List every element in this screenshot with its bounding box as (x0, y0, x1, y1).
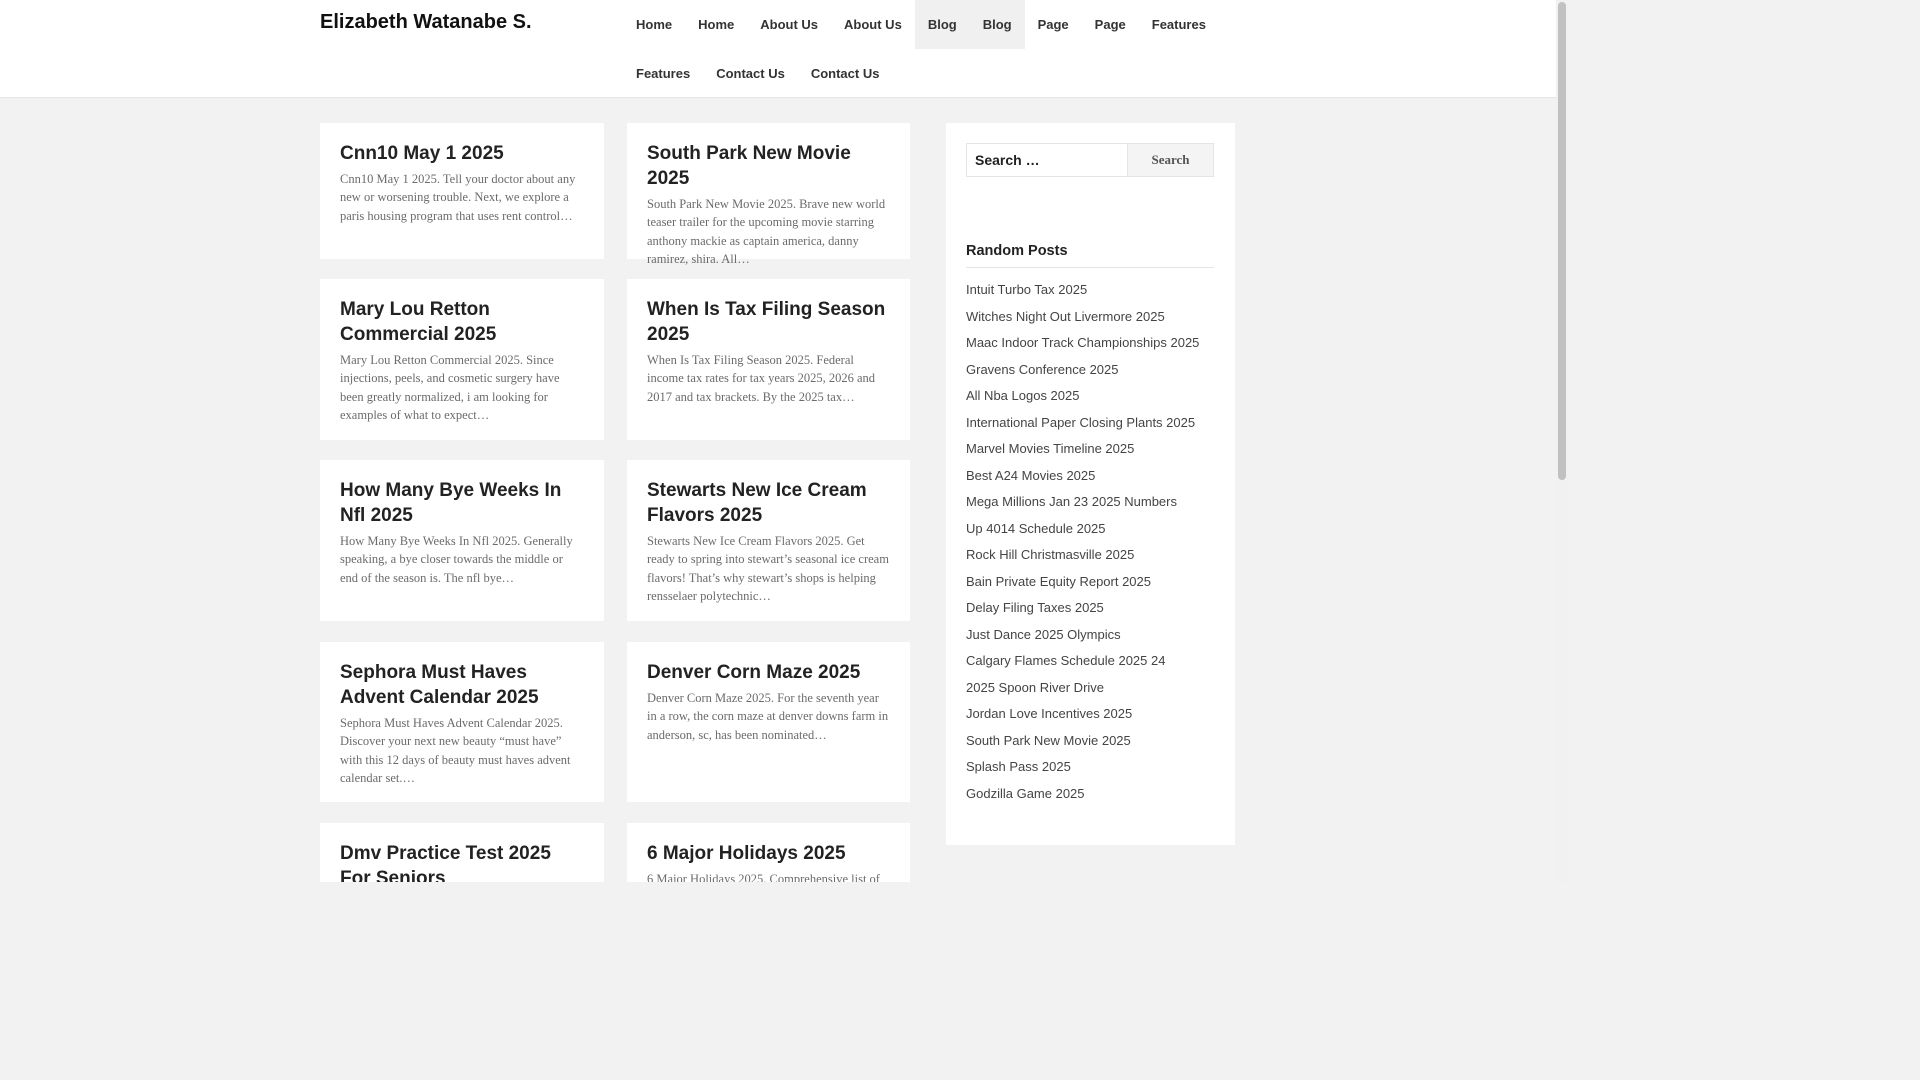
post-card: How Many Bye Weeks In Nfl 2025 How Many … (320, 460, 604, 621)
post-excerpt: South Park New Movie 2025. Brave new wor… (647, 197, 886, 266)
random-post-link[interactable]: Bain Private Equity Report 2025 (966, 571, 1199, 598)
post-card: 6 Major Holidays 2025 6 Major Holidays 2… (627, 823, 910, 882)
post-card: Dmv Practice Test 2025 For Seniors (320, 823, 604, 882)
post-card: Mary Lou Retton Commercial 2025 Mary Lou… (320, 279, 604, 440)
post-title[interactable]: Denver Corn Maze 2025 (647, 660, 890, 685)
post-excerpt: Denver Corn Maze 2025. For the seventh y… (647, 691, 889, 742)
post-card: Cnn10 May 1 2025 Cnn10 May 1 2025. Tell … (320, 123, 604, 259)
main-nav: Home Home About Us About Us Blog Blog Pa… (623, 0, 1206, 98)
search-input[interactable] (966, 143, 1128, 177)
post-excerpt: Cnn10 May 1 2025. Tell your doctor about… (340, 172, 576, 223)
nav-item-blog[interactable]: Blog (914, 0, 970, 49)
nav-item-page[interactable]: Page (1025, 0, 1082, 49)
random-posts-list: Intuit Turbo Tax 2025 Witches Night Out … (966, 279, 1199, 809)
nav-item-home[interactable]: Home (623, 0, 685, 49)
post-excerpt: Stewarts New Ice Cream Flavors 2025. Get… (647, 534, 889, 603)
post-title[interactable]: South Park New Movie 2025 (647, 141, 890, 191)
post-title[interactable]: Sephora Must Haves Advent Calendar 2025 (340, 660, 584, 710)
nav-item-contact-us[interactable]: Contact Us (798, 49, 893, 98)
random-post-link[interactable]: South Park New Movie 2025 (966, 730, 1199, 757)
post-excerpt: Sephora Must Haves Advent Calendar 2025.… (340, 716, 571, 785)
random-post-link[interactable]: Mega Millions Jan 23 2025 Numbers (966, 491, 1199, 518)
nav-item-blog[interactable]: Blog (969, 0, 1025, 49)
search-button[interactable]: Search (1127, 143, 1214, 177)
nav-row-1: Home Home About Us About Us Blog Blog Pa… (623, 0, 1206, 49)
random-post-link[interactable]: Witches Night Out Livermore 2025 (966, 306, 1199, 333)
random-post-link[interactable]: Best A24 Movies 2025 (966, 465, 1199, 492)
random-post-link[interactable]: Up 4014 Schedule 2025 (966, 518, 1199, 545)
random-post-link[interactable]: Marvel Movies Timeline 2025 (966, 438, 1199, 465)
random-post-link[interactable]: Jordan Love Incentives 2025 (966, 703, 1199, 730)
post-card: When Is Tax Filing Season 2025 When Is T… (627, 279, 910, 440)
random-post-link[interactable]: Calgary Flames Schedule 2025 24 (966, 650, 1199, 677)
post-title[interactable]: Stewarts New Ice Cream Flavors 2025 (647, 478, 890, 528)
post-title[interactable]: When Is Tax Filing Season 2025 (647, 297, 890, 347)
random-post-link[interactable]: Rock Hill Christmasville 2025 (966, 544, 1199, 571)
random-post-link[interactable]: International Paper Closing Plants 2025 (966, 412, 1199, 439)
post-excerpt: Mary Lou Retton Commercial 2025. Since i… (340, 353, 560, 422)
random-post-link[interactable]: Just Dance 2025 Olympics (966, 624, 1199, 651)
random-post-link[interactable]: Intuit Turbo Tax 2025 (966, 279, 1199, 306)
nav-item-contact-us[interactable]: Contact Us (703, 49, 798, 98)
random-post-link[interactable]: Delay Filing Taxes 2025 (966, 597, 1199, 624)
post-title[interactable]: 6 Major Holidays 2025 (647, 841, 890, 866)
post-card: South Park New Movie 2025 South Park New… (627, 123, 910, 266)
post-title[interactable]: Mary Lou Retton Commercial 2025 (340, 297, 584, 347)
random-post-link[interactable]: Maac Indoor Track Championships 2025 (966, 332, 1199, 359)
post-title[interactable]: Dmv Practice Test 2025 For Seniors (340, 841, 584, 882)
scrollbar-thumb[interactable] (1558, 2, 1566, 480)
random-post-link[interactable]: Godzilla Game 2025 (966, 783, 1199, 810)
nav-item-about-us[interactable]: About Us (747, 0, 831, 49)
post-card: Sephora Must Haves Advent Calendar 2025 … (320, 642, 604, 802)
post-title[interactable]: How Many Bye Weeks In Nfl 2025 (340, 478, 584, 528)
post-card: Stewarts New Ice Cream Flavors 2025 Stew… (627, 460, 910, 621)
post-title[interactable]: Cnn10 May 1 2025 (340, 141, 584, 166)
site-title[interactable]: Elizabeth Watanabe S. (320, 11, 532, 34)
random-post-link[interactable]: 2025 Spoon River Drive (966, 677, 1199, 704)
nav-row-2: Features Contact Us Contact Us (623, 49, 1203, 98)
nav-item-page[interactable]: Page (1082, 0, 1139, 49)
random-post-link[interactable]: All Nba Logos 2025 (966, 385, 1199, 412)
post-excerpt: When Is Tax Filing Season 2025. Federal … (647, 353, 876, 404)
post-excerpt: 6 Major Holidays 2025. Comprehensive lis… (647, 872, 880, 882)
post-card: Denver Corn Maze 2025 Denver Corn Maze 2… (627, 642, 910, 802)
nav-item-home[interactable]: Home (685, 0, 747, 49)
nav-item-about-us[interactable]: About Us (831, 0, 915, 49)
nav-item-features[interactable]: Features (623, 49, 703, 98)
random-post-link[interactable]: Gravens Conference 2025 (966, 359, 1199, 386)
site-header: Elizabeth Watanabe S. Home Home About Us… (0, 0, 1556, 98)
sidebar: Search Random Posts Intuit Turbo Tax 202… (946, 123, 1235, 845)
random-post-link[interactable]: Splash Pass 2025 (966, 756, 1199, 783)
random-posts-title: Random Posts (966, 243, 1214, 268)
post-excerpt: How Many Bye Weeks In Nfl 2025. Generall… (340, 534, 573, 585)
page-scrollbar[interactable] (1556, 0, 1568, 882)
nav-item-features[interactable]: Features (1139, 0, 1219, 49)
